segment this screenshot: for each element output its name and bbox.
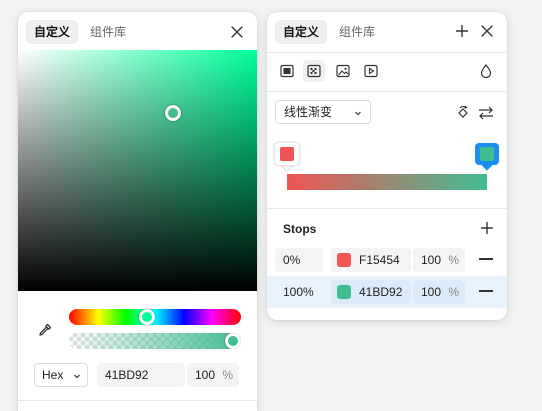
- stops-title: Stops: [283, 222, 317, 236]
- fill-tabs: 自定义 组件库: [275, 20, 383, 44]
- tab-library[interactable]: 组件库: [331, 20, 383, 44]
- stop-hex-value: 41BD92: [359, 285, 403, 299]
- divider: [267, 52, 507, 53]
- gradient-fill-icon[interactable]: [303, 60, 325, 82]
- eyedropper-icon[interactable]: [34, 319, 56, 341]
- alpha-slider[interactable]: [69, 333, 241, 349]
- divider: [18, 400, 257, 401]
- percent-label: %: [222, 368, 233, 382]
- alpha-slider-knob[interactable]: [225, 333, 241, 349]
- color-format-select[interactable]: Hex: [34, 363, 88, 387]
- stop-opacity-input[interactable]: 100 %: [413, 280, 465, 304]
- color-picker-panel: 自定义 组件库 Hex 41BD92 100 %: [18, 12, 257, 411]
- color-swatch[interactable]: [337, 253, 351, 267]
- color-format-value: Hex: [42, 368, 64, 382]
- percent-label: %: [448, 253, 459, 267]
- opacity-input[interactable]: 100 %: [187, 363, 239, 387]
- chevron-down-icon: [73, 365, 81, 387]
- stop-position-input[interactable]: 0%: [275, 248, 323, 272]
- divider: [267, 91, 507, 92]
- stop-opacity-input[interactable]: 100 %: [413, 248, 465, 272]
- color-swatch[interactable]: [337, 285, 351, 299]
- hex-value: 41BD92: [105, 368, 149, 382]
- stop-hex-value: F15454: [359, 253, 400, 267]
- opacity-drop-icon[interactable]: [475, 60, 497, 82]
- stop-color-input[interactable]: F15454: [331, 248, 411, 272]
- stop-position-value: 0%: [283, 253, 301, 267]
- gradient-stop-start[interactable]: [275, 143, 299, 171]
- color-handle[interactable]: [165, 105, 181, 121]
- picker-tabs: 自定义 组件库: [26, 20, 134, 44]
- stop-position-value: 100%: [283, 285, 314, 299]
- saturation-brightness-area[interactable]: [18, 50, 257, 291]
- gradient-stop-swatch: [480, 147, 494, 161]
- remove-stop-icon[interactable]: [479, 290, 493, 292]
- divider: [267, 208, 507, 209]
- gradient-stop-end[interactable]: [475, 143, 499, 171]
- close-icon[interactable]: [476, 20, 498, 42]
- hue-slider-knob[interactable]: [139, 309, 155, 325]
- tab-custom[interactable]: 自定义: [26, 20, 79, 44]
- remove-stop-icon[interactable]: [479, 258, 493, 260]
- hex-input[interactable]: 41BD92: [97, 363, 185, 387]
- stop-color-input[interactable]: 41BD92: [331, 280, 411, 304]
- stop-row[interactable]: 0% F15454 100 %: [267, 244, 507, 276]
- chevron-down-icon: [354, 102, 362, 124]
- tab-custom[interactable]: 自定义: [275, 20, 328, 44]
- stop-opacity-value: 100: [421, 253, 442, 267]
- add-stop-icon[interactable]: [476, 217, 498, 239]
- opacity-value: 100: [195, 368, 216, 382]
- percent-label: %: [448, 285, 459, 299]
- gradient-type-select[interactable]: 线性渐变: [275, 100, 371, 124]
- gradient-fill-panel: 自定义 组件库 线性渐变 Stops 0% F15454 100 % 100% …: [267, 12, 507, 320]
- stop-row[interactable]: 100% 41BD92 100 %: [267, 276, 507, 308]
- gradient-preview-bar[interactable]: [287, 174, 487, 190]
- hue-slider[interactable]: [69, 309, 241, 325]
- close-icon[interactable]: [226, 21, 248, 43]
- swap-direction-icon[interactable]: [475, 102, 497, 124]
- stop-position-input[interactable]: 100%: [275, 280, 323, 304]
- solid-fill-icon[interactable]: [276, 60, 298, 82]
- gradient-type-value: 线性渐变: [284, 105, 333, 119]
- tab-library[interactable]: 组件库: [82, 20, 134, 44]
- gradient-stop-swatch: [280, 147, 294, 161]
- add-icon[interactable]: [451, 20, 473, 42]
- stop-opacity-value: 100: [421, 285, 442, 299]
- rotate-gradient-icon[interactable]: [452, 102, 474, 124]
- image-fill-icon[interactable]: [332, 60, 354, 82]
- video-fill-icon[interactable]: [360, 60, 382, 82]
